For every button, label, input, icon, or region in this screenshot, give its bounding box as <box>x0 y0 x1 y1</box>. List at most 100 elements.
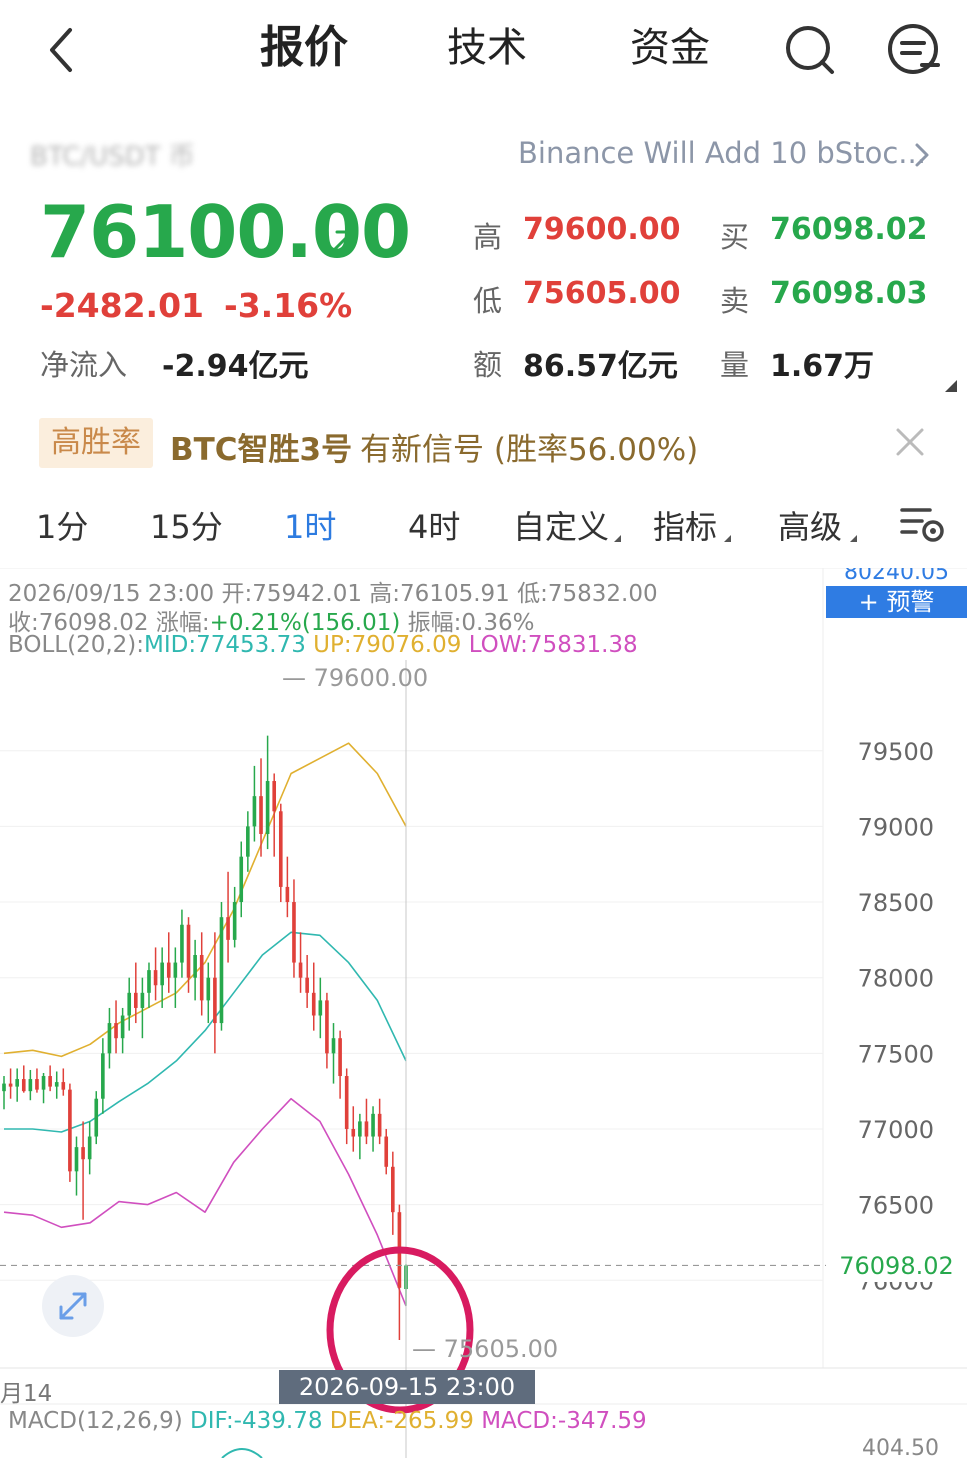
candle-body <box>318 1000 323 1016</box>
boll-legend: BOLL(20,2):MID:77453.73 UP:79076.09 LOW:… <box>8 632 638 658</box>
candle-body <box>61 1082 66 1090</box>
candlestick-chart[interactable]: 7950079000785007800077500770007650076000 <box>0 568 967 1458</box>
fullscreen-button[interactable] <box>42 1275 104 1337</box>
volume-value: 1.67万 <box>770 349 875 384</box>
period-15m[interactable]: 15分 <box>150 502 223 548</box>
candle-body <box>120 1015 125 1039</box>
candle-body <box>35 1079 39 1090</box>
chevron-left-icon[interactable] <box>40 22 84 78</box>
candle-body <box>160 962 164 986</box>
chart-settings-icon[interactable] <box>900 504 946 544</box>
candle-body <box>259 796 263 834</box>
y-tick-label: 79000 <box>858 813 934 841</box>
dropdown-triangle-icon <box>724 535 731 542</box>
candle-body <box>252 796 257 827</box>
search-icon[interactable] <box>782 22 838 78</box>
chevron-right-icon[interactable] <box>910 140 934 170</box>
candle-body <box>15 1079 19 1087</box>
candle-body <box>364 1121 369 1137</box>
candle-body <box>107 1023 112 1054</box>
boll-up-line <box>3 742 407 1058</box>
tab-quote[interactable]: 报价 <box>260 22 348 74</box>
signal-name[interactable]: BTC智胜3号 <box>170 424 352 469</box>
candle-body <box>377 1113 382 1137</box>
indicators-tab[interactable]: 指标 <box>653 502 717 548</box>
candle-body <box>199 955 204 1001</box>
candle-body <box>272 781 277 812</box>
expand-corner-icon[interactable] <box>945 380 957 392</box>
candle-body <box>94 1098 99 1137</box>
candle-body <box>384 1136 389 1167</box>
news-ticker[interactable]: Binance Will Add 10 bStoc... <box>518 136 926 170</box>
buy-label: 买 <box>720 220 750 254</box>
alert-top-price: 80240.05 <box>844 568 949 585</box>
candle-body <box>351 1128 356 1137</box>
volume-label: 量 <box>720 348 750 382</box>
add-alert-button[interactable]: + 预警 <box>826 586 967 618</box>
y-tick-label: 78000 <box>858 965 934 993</box>
candle-body <box>133 992 138 1008</box>
amount-label: 额 <box>473 348 503 382</box>
candle-body <box>391 1166 395 1213</box>
sell-value: 76098.03 <box>770 276 928 311</box>
amount-value: 86.57亿元 <box>523 349 678 384</box>
candle-body <box>278 811 283 887</box>
candle-body <box>48 1076 52 1087</box>
candle-body <box>41 1076 46 1090</box>
high-label: 高 <box>473 220 503 254</box>
candle-body <box>292 902 296 963</box>
signal-text[interactable]: 有新信号 (胜率56.00%) <box>360 424 698 469</box>
arrow-up-right-icon <box>329 230 354 255</box>
candle-body <box>213 977 217 1024</box>
candle-body <box>226 917 230 940</box>
candle-body <box>305 977 309 993</box>
period-1m[interactable]: 1分 <box>36 502 88 548</box>
candle-body <box>74 1147 79 1172</box>
period-1h[interactable]: 1时 <box>284 502 336 548</box>
candle-body <box>54 1082 59 1087</box>
macd-legend: MACD(12,26,9) DIF:-439.78 DEA:-265.99 MA… <box>8 1408 647 1434</box>
candle-body <box>114 1023 118 1039</box>
candle-body <box>358 1121 362 1137</box>
low-label: 低 <box>473 284 503 318</box>
macd-axis-label: 404.50 <box>862 1436 939 1458</box>
candle-body <box>147 970 151 993</box>
candle-body <box>325 1000 329 1054</box>
candle-body <box>81 1147 85 1160</box>
y-tick-label: 76500 <box>858 1192 934 1220</box>
crosshair-date-tag: 2026-09-15 23:00 <box>279 1370 535 1404</box>
high-value: 79600.00 <box>523 212 681 247</box>
dropdown-triangle-icon <box>614 535 621 542</box>
tab-funds[interactable]: 资金 <box>630 22 710 74</box>
candle-body <box>206 977 211 1001</box>
candle-body <box>173 962 178 978</box>
buy-value: 76098.02 <box>770 212 928 247</box>
candle-body <box>8 1083 13 1087</box>
candle-body <box>285 886 290 903</box>
advanced-tab[interactable]: 高级 <box>778 502 842 548</box>
candle-body <box>2 1083 6 1092</box>
candle-body <box>21 1079 26 1092</box>
candle-body <box>338 1038 342 1077</box>
period-custom[interactable]: 自定义 <box>513 502 609 548</box>
dropdown-triangle-icon <box>850 535 857 542</box>
sell-label: 卖 <box>720 284 750 318</box>
chart-grid: 7950079000785007800077500770007650076000 <box>0 568 967 1405</box>
min-price-label: — 75605.00 <box>412 1335 559 1363</box>
candle-body <box>28 1079 33 1092</box>
close-icon[interactable] <box>892 424 928 460</box>
price-change-pct: -3.16% <box>224 286 353 325</box>
candle-body <box>127 992 132 1016</box>
netflow-label: 净流入 <box>40 348 128 382</box>
y-tick-label: 77500 <box>858 1040 934 1068</box>
chat-menu-icon[interactable] <box>886 22 942 78</box>
candle-body <box>232 902 237 940</box>
candle-body <box>180 924 184 963</box>
tab-technical[interactable]: 技术 <box>447 22 527 74</box>
max-price-label: — 79600.00 <box>282 664 429 692</box>
low-value: 75605.00 <box>523 276 681 311</box>
last-price-tag: 76098.02 <box>826 1250 967 1282</box>
candle-body <box>101 1053 105 1099</box>
period-4h[interactable]: 4时 <box>408 502 460 548</box>
candle-body <box>193 955 197 978</box>
